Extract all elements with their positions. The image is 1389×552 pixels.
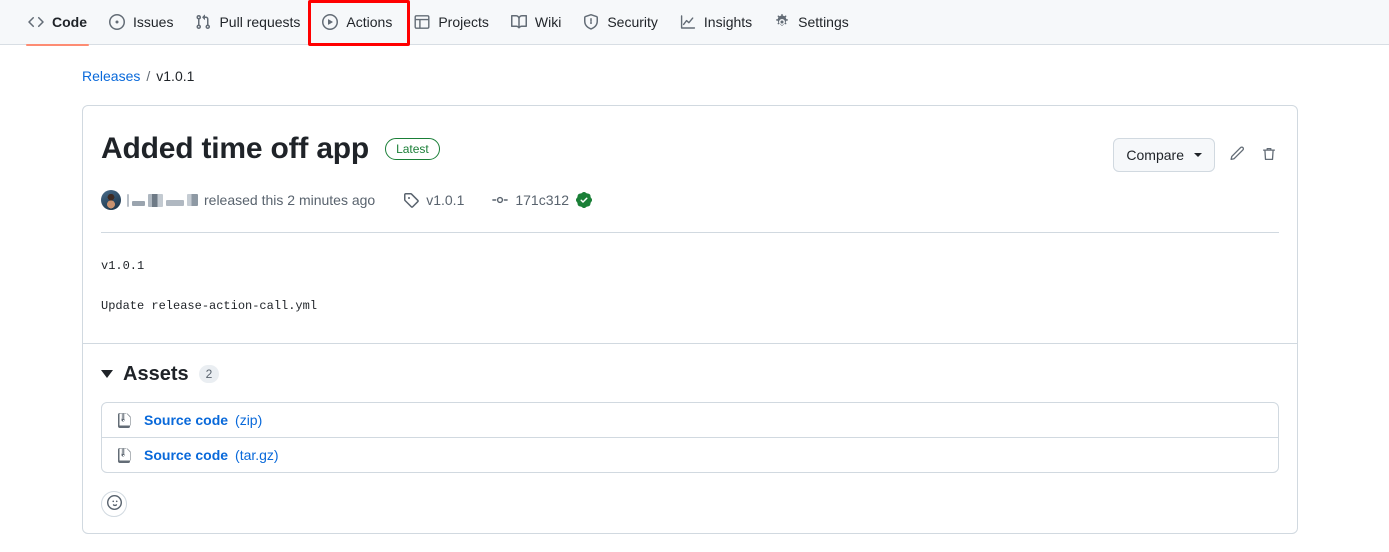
release-title-group: Added time off app Latest	[101, 132, 440, 167]
compare-button[interactable]: Compare	[1113, 138, 1215, 172]
issue-opened-icon	[109, 14, 125, 30]
breadcrumb: Releases / v1.0.1	[82, 69, 1389, 83]
breadcrumb-current: v1.0.1	[156, 68, 195, 84]
page-title: Added time off app	[101, 132, 370, 165]
release-commit-sha: 171c312	[515, 192, 570, 208]
gear-icon	[774, 14, 790, 30]
release-commit-chip[interactable]: 171c312	[492, 192, 593, 208]
repo-tab-projects-label: Projects	[438, 14, 489, 30]
assets-title: Assets	[123, 363, 189, 385]
book-icon	[510, 14, 527, 30]
assets-section: Assets 2 Source code (zip) Source code (	[83, 344, 1297, 491]
code-icon	[28, 14, 44, 30]
repo-tab-pull-requests[interactable]: Pull requests	[185, 8, 310, 36]
file-zip-icon	[116, 447, 132, 463]
repo-tab-code-label: Code	[52, 14, 87, 30]
pencil-icon	[1229, 146, 1245, 165]
release-notes-body: v1.0.1 Update release-action-call.yml	[101, 233, 1279, 343]
release-title-row: Added time off app Latest Compare	[101, 122, 1279, 172]
list-item[interactable]: Source code (zip)	[102, 403, 1278, 437]
status-badge-latest: Latest	[385, 138, 440, 161]
release-actions-group: Compare	[1113, 132, 1279, 172]
release-tag-name: v1.0.1	[426, 192, 465, 208]
verified-check-icon	[576, 192, 593, 208]
repo-tab-issues[interactable]: Issues	[99, 8, 183, 36]
repo-tab-issues-label: Issues	[133, 14, 174, 30]
tag-icon	[403, 192, 419, 208]
repo-nav-list: Code Issues Pull requests Actions Projec	[0, 0, 1389, 46]
play-icon	[322, 14, 339, 30]
release-published-text: released this 2 minutes ago	[204, 192, 376, 208]
git-commit-icon	[492, 192, 509, 208]
edit-release-button[interactable]	[1227, 144, 1247, 166]
page-content: Releases / v1.0.1 Added time off app Lat…	[0, 69, 1389, 534]
repo-tab-insights[interactable]: Insights	[670, 8, 762, 36]
list-item[interactable]: Source code (tar.gz)	[102, 437, 1278, 472]
repo-tab-projects[interactable]: Projects	[404, 8, 499, 36]
triangle-down-icon	[101, 370, 113, 378]
repo-tab-actions[interactable]: Actions	[312, 8, 402, 36]
repo-tab-security[interactable]: Security	[573, 8, 668, 36]
release-note-line: Update release-action-call.yml	[101, 299, 318, 313]
shield-icon	[583, 14, 599, 30]
author-name-redacted	[127, 193, 198, 207]
release-tag-chip[interactable]: v1.0.1	[403, 192, 464, 208]
repo-tab-settings-label: Settings	[798, 14, 849, 30]
repo-tab-wiki-label: Wiki	[534, 14, 562, 30]
trash-icon	[1261, 146, 1277, 165]
asset-name-link[interactable]: Source code	[144, 412, 228, 428]
asset-name-link[interactable]: Source code	[144, 447, 228, 463]
release-card-body: Added time off app Latest Compare releas…	[83, 106, 1297, 343]
repo-nav-header: Code Issues Pull requests Actions Projec	[0, 0, 1389, 46]
assets-count-badge: 2	[198, 365, 220, 383]
repo-tab-security-label: Security	[607, 14, 658, 30]
release-note-line: v1.0.1	[101, 259, 145, 273]
asset-extension: (zip)	[235, 412, 263, 428]
smiley-icon	[106, 495, 122, 513]
delete-release-button[interactable]	[1259, 144, 1279, 166]
compare-button-label: Compare	[1126, 147, 1184, 163]
asset-extension: (tar.gz)	[235, 447, 279, 463]
add-reaction-button[interactable]	[101, 491, 127, 517]
breadcrumb-releases-link[interactable]: Releases	[82, 69, 140, 83]
breadcrumb-separator: /	[146, 68, 151, 84]
graph-icon	[680, 14, 696, 30]
avatar[interactable]	[101, 190, 121, 210]
chevron-down-icon	[1194, 153, 1202, 157]
table-icon	[414, 14, 430, 30]
file-zip-icon	[116, 412, 132, 428]
assets-toggle[interactable]: Assets 2	[101, 363, 220, 385]
assets-list: Source code (zip) Source code (tar.gz)	[101, 402, 1279, 473]
repo-tab-actions-label: Actions	[346, 14, 393, 30]
release-card: Added time off app Latest Compare releas…	[82, 105, 1298, 534]
repo-tab-insights-label: Insights	[703, 14, 753, 30]
release-meta-row: released this 2 minutes ago v1.0.1 171c3…	[101, 190, 1279, 210]
repo-tab-settings[interactable]: Settings	[764, 8, 859, 36]
git-pull-request-icon	[195, 14, 211, 30]
reactions-bar	[83, 491, 1297, 533]
repo-tab-code[interactable]: Code	[18, 8, 97, 46]
repo-tab-wiki[interactable]: Wiki	[501, 8, 571, 36]
repo-tab-pull-requests-label: Pull requests	[219, 14, 301, 30]
